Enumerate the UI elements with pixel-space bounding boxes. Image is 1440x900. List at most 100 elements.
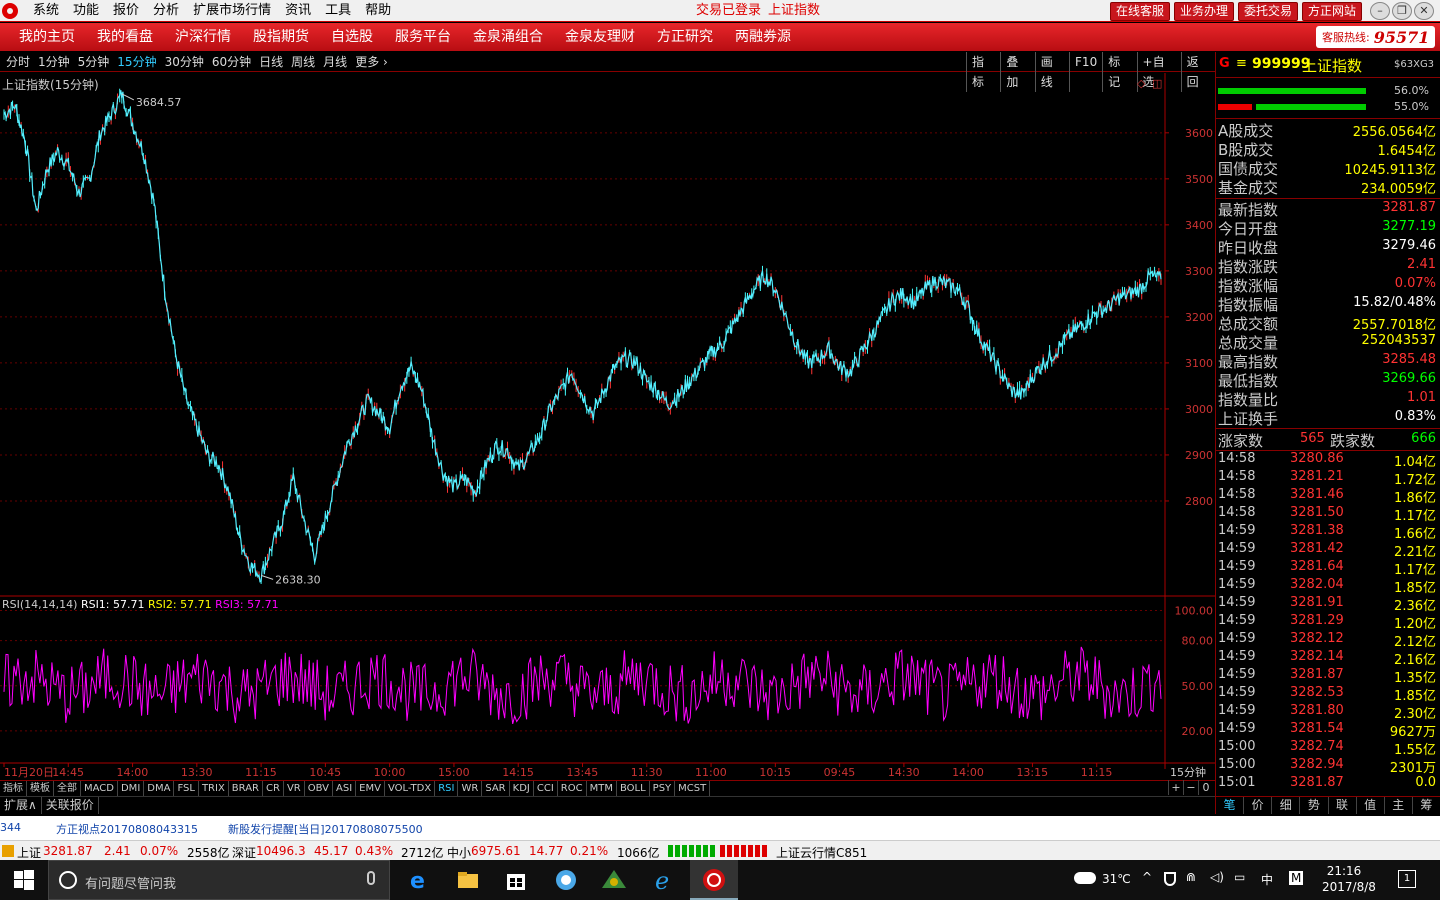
- battery-icon[interactable]: ▭: [1234, 870, 1245, 884]
- top-button-0[interactable]: 在线客服: [1110, 2, 1171, 21]
- indicator-tab-11[interactable]: OBV: [305, 781, 333, 796]
- news-item[interactable]: 新股发行提醒[当日]20170808075500: [228, 821, 423, 837]
- menu-item-3[interactable]: 分析: [146, 0, 186, 22]
- period-tab-7[interactable]: 周线: [287, 52, 319, 72]
- nav-item-8[interactable]: 方正研究: [646, 23, 724, 51]
- period-tab-2[interactable]: 5分钟: [74, 52, 114, 72]
- quote-tab-2[interactable]: 细: [1272, 797, 1301, 814]
- menu-item-1[interactable]: 功能: [66, 0, 106, 22]
- browser-icon[interactable]: [550, 866, 582, 894]
- nav-item-7[interactable]: 金泉友理财: [554, 23, 646, 51]
- menu-icon[interactable]: ≡: [1236, 56, 1247, 71]
- nav-item-0[interactable]: 我的主页: [8, 23, 86, 51]
- menu-item-5[interactable]: 资讯: [278, 0, 318, 22]
- quote-tab-3[interactable]: 势: [1300, 797, 1329, 814]
- mic-icon[interactable]: [367, 871, 375, 885]
- quote-tab-1[interactable]: 价: [1244, 797, 1273, 814]
- nav-item-2[interactable]: 沪深行情: [164, 23, 242, 51]
- indicator-tab-23[interactable]: PSY: [650, 781, 676, 796]
- indicator-tab-20[interactable]: ROC: [558, 781, 587, 796]
- indicator-tab-16[interactable]: WR: [458, 781, 483, 796]
- indicator-tab-15[interactable]: RSI: [435, 781, 459, 796]
- stat-row: 上证换手 0.83%: [1218, 408, 1438, 428]
- top-button-3[interactable]: 方正网站: [1302, 2, 1363, 21]
- period-tab-6[interactable]: 日线: [255, 52, 287, 72]
- ext-tab-0[interactable]: 扩展∧: [0, 797, 42, 814]
- indicator-tab-10[interactable]: VR: [284, 781, 305, 796]
- quote-tab-0[interactable]: 笔: [1216, 797, 1245, 814]
- indicator-tab-24[interactable]: MCST: [675, 781, 711, 796]
- cloud-label[interactable]: 上证云行情C851: [776, 844, 867, 861]
- taskbar-active-app[interactable]: [690, 860, 738, 900]
- nav-item-5[interactable]: 服务平台: [384, 23, 462, 51]
- nav-item-4[interactable]: 自选股: [320, 23, 384, 51]
- indicator-tab-6[interactable]: FSL: [174, 781, 199, 796]
- clock[interactable]: 21:16 2017/8/8: [1322, 863, 1376, 895]
- indicator-tab-9[interactable]: CR: [263, 781, 284, 796]
- period-tab-0[interactable]: 分时: [2, 52, 34, 72]
- indicator-tab-5[interactable]: DMA: [144, 781, 175, 796]
- price-chart[interactable]: 3600 3500 3400 3300 3200 3100 3000 2900 2800 3684…: [0, 73, 1215, 780]
- file-explorer-icon[interactable]: [452, 866, 484, 894]
- indicator-tab-21[interactable]: MTM: [587, 781, 617, 796]
- menu-item-6[interactable]: 工具: [318, 0, 358, 22]
- quote-tab-6[interactable]: 主: [1385, 797, 1413, 814]
- menu-item-7[interactable]: 帮助: [358, 0, 398, 22]
- indicator-tab-22[interactable]: BOLL: [617, 781, 650, 796]
- ime-mode[interactable]: M: [1289, 871, 1304, 885]
- volume-icon[interactable]: ◁): [1210, 870, 1224, 884]
- indicator-tab-8[interactable]: BRAR: [229, 781, 263, 796]
- nav-item-1[interactable]: 我的看盘: [86, 23, 164, 51]
- news-item[interactable]: 方正视点20170808043315: [56, 821, 198, 837]
- indicator-tab-7[interactable]: TRIX: [199, 781, 229, 796]
- period-tab-5[interactable]: 60分钟: [208, 52, 255, 72]
- top-button-1[interactable]: 业务办理: [1174, 2, 1235, 21]
- windows-start-icon[interactable]: [14, 870, 34, 890]
- indicator-tab-4[interactable]: DMI: [118, 781, 145, 796]
- menu-item-0[interactable]: 系统: [26, 0, 66, 22]
- restore-icon[interactable]: ❐: [1392, 2, 1412, 20]
- close-icon[interactable]: ✕: [1414, 2, 1434, 20]
- indicator-tab-0[interactable]: 指标: [0, 781, 27, 796]
- menu-item-4[interactable]: 扩展市场行情: [186, 0, 278, 22]
- nav-item-3[interactable]: 股指期货: [242, 23, 320, 51]
- ime-indicator[interactable]: 中: [1261, 871, 1273, 888]
- network-icon[interactable]: ⋒: [1186, 870, 1196, 884]
- period-tab-8[interactable]: 月线: [319, 52, 351, 72]
- ext-tab-1[interactable]: 关联报价: [42, 797, 99, 814]
- taskbar-search[interactable]: 有问题尽管问我: [48, 860, 390, 900]
- quote-tab-5[interactable]: 值: [1357, 797, 1385, 814]
- period-tab-9[interactable]: 更多 ›: [351, 52, 392, 72]
- indicator-tab-2[interactable]: 全部: [54, 781, 81, 796]
- indicator-tab-14[interactable]: VOL-TDX: [385, 781, 436, 796]
- indicator-tab-3[interactable]: MACD: [81, 781, 118, 796]
- nav-item-6[interactable]: 金泉涌组合: [462, 23, 554, 51]
- top-button-2[interactable]: 委托交易: [1238, 2, 1299, 21]
- indicator-tab-19[interactable]: CCI: [534, 781, 558, 796]
- quote-tab-7[interactable]: 筹: [1413, 797, 1440, 814]
- nav-item-9[interactable]: 两融券源: [724, 23, 802, 51]
- zoom-button-0[interactable]: +: [1168, 780, 1183, 795]
- period-tab-4[interactable]: 30分钟: [161, 52, 208, 72]
- period-tab-1[interactable]: 1分钟: [34, 52, 74, 72]
- indicator-tab-12[interactable]: ASI: [333, 781, 357, 796]
- menu-item-2[interactable]: 报价: [106, 0, 146, 22]
- period-tab-3[interactable]: 15分钟: [113, 52, 160, 72]
- minimize-icon[interactable]: –: [1370, 2, 1390, 20]
- tray-chevron-icon[interactable]: ^: [1142, 870, 1152, 884]
- edge-icon[interactable]: e: [402, 866, 434, 894]
- quote-tab-4[interactable]: 联: [1329, 797, 1357, 814]
- store-icon[interactable]: [500, 866, 532, 894]
- indicator-tab-18[interactable]: KDJ: [510, 781, 534, 796]
- indicator-tab-17[interactable]: SAR: [482, 781, 510, 796]
- ie-icon[interactable]: e: [648, 866, 680, 894]
- network-app-icon[interactable]: [598, 866, 630, 894]
- indicator-tab-1[interactable]: 模板: [27, 781, 54, 796]
- zoom-button-2[interactable]: 0: [1198, 780, 1213, 795]
- chart-area[interactable]: 3600 3500 3400 3300 3200 3100 3000 2900 2800 3684…: [0, 73, 1215, 820]
- shield-icon[interactable]: [1164, 872, 1176, 886]
- notification-icon[interactable]: 1: [1398, 870, 1416, 888]
- zoom-button-1[interactable]: −: [1183, 780, 1198, 795]
- indicator-tab-13[interactable]: EMV: [356, 781, 385, 796]
- news-item[interactable]: 344: [0, 821, 21, 834]
